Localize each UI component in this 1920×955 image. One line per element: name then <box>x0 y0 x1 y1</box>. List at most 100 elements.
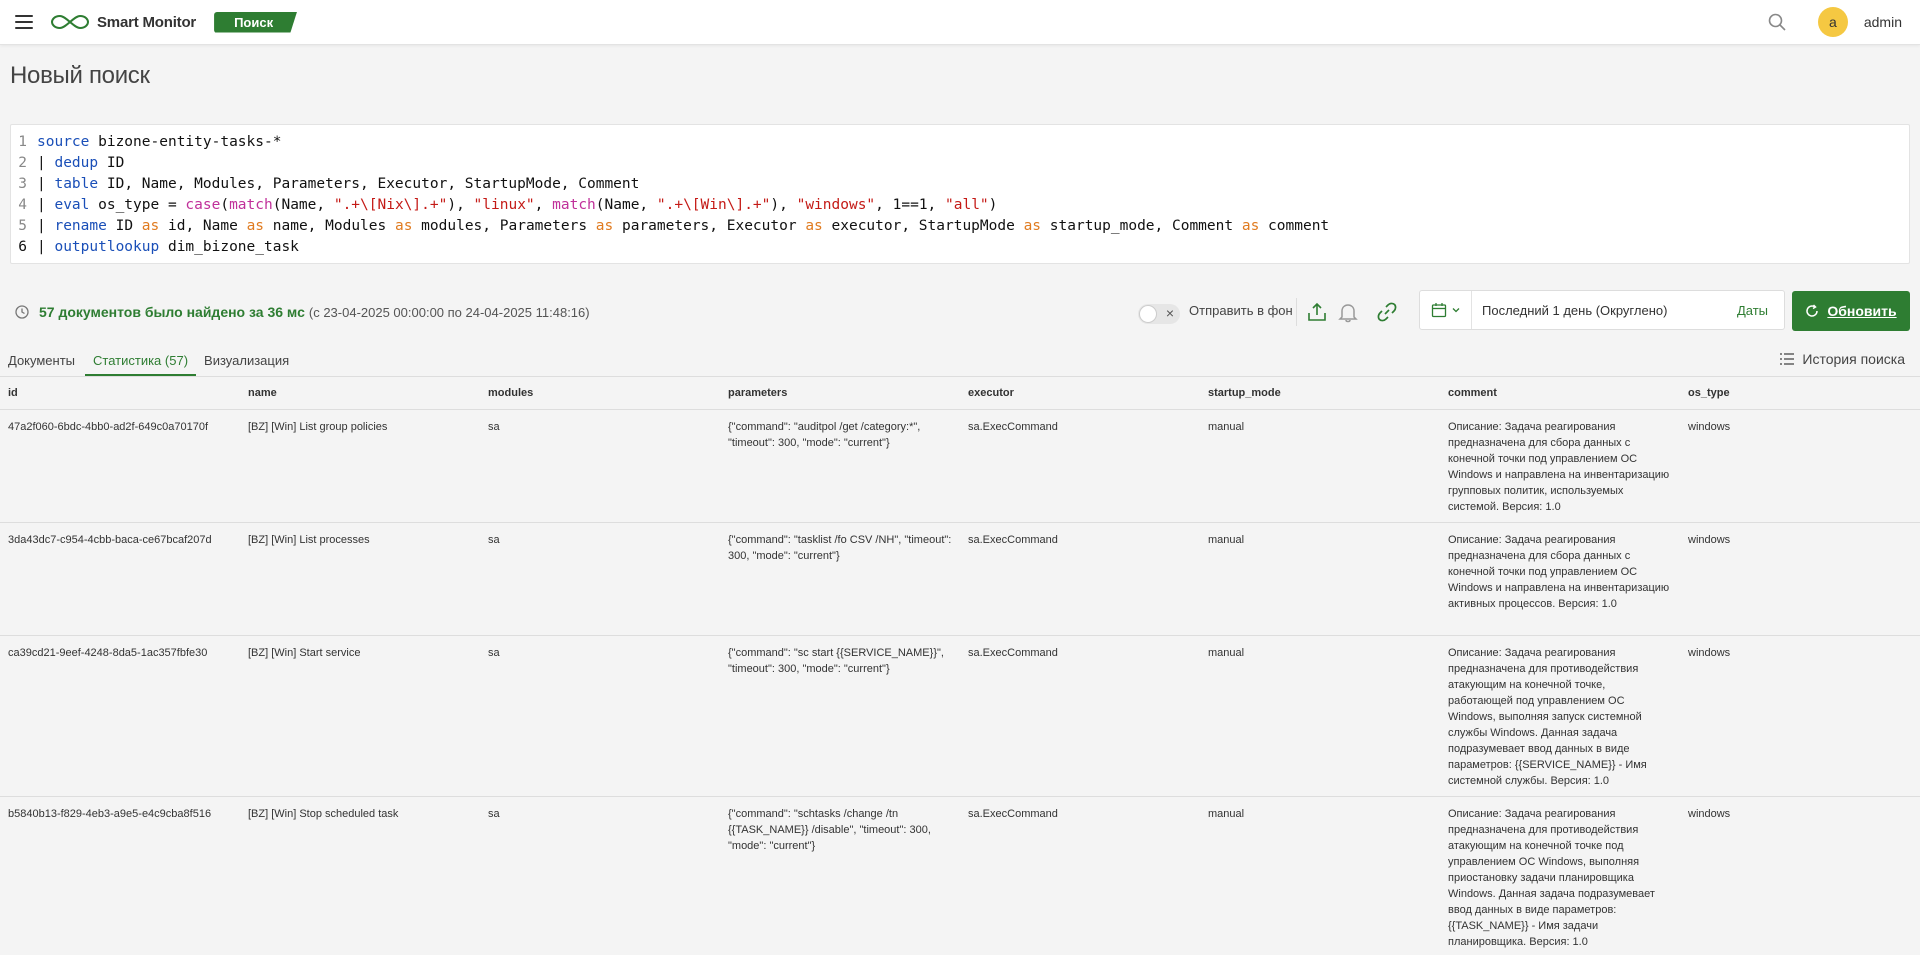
query-editor[interactable]: 1 source bizone-entity-tasks-* 2 | dedup ID… <box>10 124 1910 264</box>
results-table: id name modules parameters executor startup_m… <box>0 378 1920 955</box>
cell-os-type: windows <box>1688 647 1731 659</box>
cell-os-type: windows <box>1688 421 1731 433</box>
code-line[interactable]: 1 source bizone-entity-tasks-* <box>11 132 1909 153</box>
line-number: 4 <box>18 197 27 213</box>
bell-icon[interactable] <box>1336 300 1360 324</box>
cell-name: [BZ] [Win] Stop scheduled task <box>248 808 399 820</box>
export-icon[interactable] <box>1305 300 1329 324</box>
cell-startup-mode: manual <box>1208 808 1245 820</box>
tab-documents[interactable]: Документы <box>0 342 83 376</box>
cell-parameters: {"command": "schtasks /change /tn {{TASK… <box>728 808 931 852</box>
column-header-id[interactable]: id <box>0 378 240 409</box>
app-name: Smart Monitor <box>97 13 197 31</box>
date-range-picker[interactable]: Последний 1 день (Округлено) Даты <box>1419 290 1785 330</box>
column-header-startup-mode[interactable]: startup_mode <box>1200 378 1440 409</box>
cell-name: [BZ] [Win] List processes <box>248 534 370 546</box>
refresh-button[interactable]: Обновить <box>1792 291 1910 331</box>
cell-executor: sa.ExecCommand <box>968 808 1058 820</box>
table-row[interactable]: 47a2f060-6bdc-4bb0-ad2f-649c0a70170f [BZ]… <box>0 410 1920 523</box>
time-range-text: (с 23-04-2025 00:00:00 по 24-04-2025 11:… <box>308 304 590 320</box>
cell-executor: sa.ExecCommand <box>968 421 1058 433</box>
search-status-row: 57 документов было найдено за 36 мс (с 2… <box>0 290 1920 334</box>
refresh-label: Обновить <box>1827 303 1897 319</box>
tab-visualization[interactable]: Визуализация <box>196 342 297 376</box>
code-line[interactable]: 6 | outputlookup dim_bizone_task <box>11 237 1909 258</box>
code-text[interactable]: | dedup ID <box>37 153 124 174</box>
username[interactable]: admin <box>1864 14 1902 30</box>
cell-comment: Описание: Задача реагирования предназнач… <box>1448 534 1670 610</box>
line-number: 1 <box>18 134 27 150</box>
cell-comment: Описание: Задача реагирования предназнач… <box>1448 647 1647 787</box>
cell-modules: sa <box>488 421 500 433</box>
cell-executor: sa.ExecCommand <box>968 534 1058 546</box>
cell-id: b5840b13-f829-4eb3-a9e5-e4c9cba8f516 <box>8 808 212 820</box>
cell-modules: sa <box>488 534 500 546</box>
avatar[interactable]: a <box>1817 7 1848 37</box>
page-title: Новый поиск <box>10 62 150 89</box>
divider <box>1296 298 1297 326</box>
calendar-dropdown[interactable] <box>1420 291 1472 329</box>
history-list-icon <box>1780 353 1795 365</box>
cell-os-type: windows <box>1688 808 1731 820</box>
line-number: 5 <box>18 218 27 234</box>
table-row[interactable]: b5840b13-f829-4eb3-a9e5-e4c9cba8f516 [BZ]… <box>0 797 1920 955</box>
search-history-button[interactable]: История поиска <box>1780 351 1905 367</box>
calendar-icon <box>1431 303 1446 318</box>
cell-name: [BZ] [Win] Start service <box>248 647 361 659</box>
cell-executor: sa.ExecCommand <box>968 647 1058 659</box>
tab-statistics[interactable]: Статистика (57) <box>85 342 197 376</box>
table-header: id name modules parameters executor startup_m… <box>0 378 1920 410</box>
clock-icon <box>15 305 29 319</box>
code-line[interactable]: 3 | table ID, Name, Modules, Parameters, … <box>11 174 1909 195</box>
table-row[interactable]: ca39cd21-9eef-4248-8da5-1ac357fbfe30 [BZ]… <box>0 636 1920 797</box>
code-text[interactable]: | table ID, Name, Modules, Parameters, E… <box>37 174 639 195</box>
top-bar: Smart Monitor Поиск a admin <box>0 0 1920 45</box>
result-tabs: Документы Статистика (57) Визуализация И… <box>0 342 1920 377</box>
code-text[interactable]: | outputlookup dim_bizone_task <box>37 237 299 258</box>
cell-parameters: {"command": "tasklist /fo CSV /NH", "tim… <box>728 534 952 562</box>
cell-modules: sa <box>488 647 500 659</box>
column-header-os-type[interactable]: os_type <box>1680 378 1920 409</box>
logo[interactable]: Smart Monitor <box>50 13 196 31</box>
code-text[interactable]: | eval os_type = case(match(Name, ".+\[N… <box>37 195 997 216</box>
search-history-label: История поиска <box>1802 351 1905 367</box>
cell-name: [BZ] [Win] List group policies <box>248 421 388 433</box>
cell-parameters: {"command": "sc start {{SERVICE_NAME}}",… <box>728 647 944 675</box>
refresh-icon <box>1806 304 1819 317</box>
cell-startup-mode: manual <box>1208 647 1245 659</box>
column-header-name[interactable]: name <box>240 378 480 409</box>
line-number: 6 <box>18 239 27 255</box>
link-icon[interactable] <box>1375 300 1399 324</box>
column-header-comment[interactable]: comment <box>1440 378 1680 409</box>
cell-os-type: windows <box>1688 534 1731 546</box>
column-header-modules[interactable]: modules <box>480 378 720 409</box>
search-icon[interactable] <box>1768 13 1786 31</box>
code-line[interactable]: 4 | eval os_type = case(match(Name, ".+\[… <box>11 195 1909 216</box>
column-header-parameters[interactable]: parameters <box>720 378 960 409</box>
code-text[interactable]: source bizone-entity-tasks-* <box>37 132 281 153</box>
menu-icon[interactable] <box>15 15 33 29</box>
line-number: 3 <box>18 176 27 192</box>
dates-link[interactable]: Даты <box>1737 303 1768 318</box>
chevron-down-icon <box>1452 308 1459 313</box>
background-toggle[interactable]: × <box>1138 304 1180 324</box>
section-badge: Поиск <box>214 11 298 33</box>
cell-modules: sa <box>488 808 500 820</box>
cell-comment: Описание: Задача реагирования предназнач… <box>1448 808 1655 948</box>
column-header-executor[interactable]: executor <box>960 378 1200 409</box>
cell-id: 47a2f060-6bdc-4bb0-ad2f-649c0a70170f <box>8 421 208 433</box>
code-text[interactable]: | rename ID as id, Name as name, Modules… <box>37 216 1329 237</box>
code-line[interactable]: 5 | rename ID as id, Name as name, Module… <box>11 216 1909 237</box>
cell-startup-mode: manual <box>1208 421 1245 433</box>
line-number: 2 <box>18 155 27 171</box>
logo-icon <box>50 14 90 30</box>
found-count-text: 57 документов было найдено за 36 мс <box>39 304 305 320</box>
date-range-text: Последний 1 день (Округлено) <box>1482 302 1668 318</box>
cell-parameters: {"command": "auditpol /get /category:*",… <box>728 421 921 449</box>
cell-comment: Описание: Задача реагирования предназнач… <box>1448 421 1670 513</box>
table-row[interactable]: 3da43dc7-c954-4cbb-baca-ce67bcaf207d [BZ]… <box>0 523 1920 636</box>
cell-startup-mode: manual <box>1208 534 1245 546</box>
close-icon: × <box>1165 305 1174 321</box>
code-line[interactable]: 2 | dedup ID <box>11 153 1909 174</box>
table-body: 47a2f060-6bdc-4bb0-ad2f-649c0a70170f [BZ]… <box>0 410 1920 955</box>
